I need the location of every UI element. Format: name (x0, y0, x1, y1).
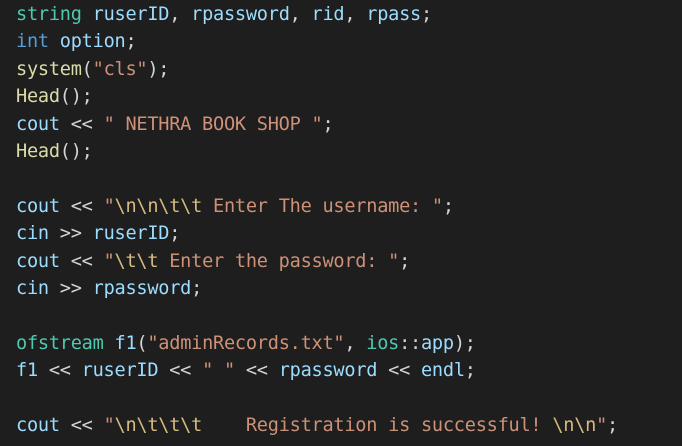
code-token-plain: ; (322, 113, 334, 135)
code-token-plain: << (59, 195, 104, 217)
code-token-plain: ; (421, 4, 432, 25)
code-token-kw: int (16, 31, 49, 53)
code-token-plain: << (234, 360, 279, 382)
code-token-plain: ; (169, 223, 181, 245)
code-line[interactable]: ofstream f1("adminRecords.txt", ios::app… (0, 330, 682, 357)
code-token-type: string (16, 4, 82, 25)
code-token-plain: << (37, 360, 82, 382)
code-line[interactable]: cin >> rpassword; (0, 275, 682, 302)
code-line[interactable] (0, 165, 682, 192)
code-line[interactable]: cin >> ruserID; (0, 220, 682, 247)
code-token-plain: , (344, 4, 367, 25)
code-line[interactable]: system("cls"); (0, 56, 682, 83)
code-token-esc: \n\n (552, 414, 597, 436)
code-token-esc: \n\t\t\t (114, 414, 203, 436)
code-token-plain: << (59, 113, 104, 135)
code-token-type: ofstream (16, 332, 104, 354)
code-line[interactable]: cout << "\n\t\t\t Registration is succes… (0, 412, 682, 439)
code-editor[interactable]: string ruserID, rpassword, rid, rpass; in… (0, 0, 682, 446)
code-token-plain: ); (147, 58, 170, 80)
code-token-fn: Head (16, 86, 60, 108)
code-token-var: f1 (114, 332, 137, 354)
code-token-str: "cls" (92, 58, 148, 80)
code-token-var: cin (16, 277, 49, 299)
code-token-plain: ; (607, 414, 618, 436)
code-token-esc: \t\t (114, 250, 159, 272)
code-token-plain: , (344, 332, 367, 354)
code-token-plain: << (377, 360, 421, 382)
code-token-fn: Head (16, 140, 60, 162)
code-line[interactable]: cout << "\t\t Enter the password: "; (0, 248, 682, 275)
code-line[interactable]: Head(); (0, 138, 682, 165)
code-line[interactable]: Head(); (0, 83, 682, 110)
code-token-plain: :: (399, 332, 421, 354)
code-token-var: cout (16, 250, 60, 272)
code-token-var: ruserID (92, 4, 170, 25)
code-token-var: rpass (366, 4, 421, 25)
code-token-type: ios (366, 332, 400, 354)
code-token-var: ruserID (92, 223, 170, 245)
code-token-str: " (103, 250, 115, 272)
code-token-plain: ( (81, 58, 93, 80)
code-token-var: rid (311, 4, 345, 25)
code-line[interactable] (0, 302, 682, 329)
code-line[interactable]: int option; (0, 28, 682, 55)
code-token-plain: ; (125, 31, 137, 53)
code-token-esc: \n\n\t\t (114, 195, 203, 217)
code-token-var: rpassword (191, 4, 290, 25)
code-token-plain: (); (59, 140, 93, 162)
code-token-plain: ); (453, 332, 476, 354)
code-token-var: cout (16, 414, 60, 436)
code-token-var: f1 (16, 360, 38, 382)
code-token-var: rpassword (92, 277, 192, 299)
code-token-var: option (59, 31, 126, 53)
code-token-plain: , (289, 4, 312, 25)
code-token-fn: system (16, 58, 82, 80)
code-token-plain: ; (464, 360, 476, 382)
code-token-str: "adminRecords.txt" (147, 332, 345, 354)
code-token-plain: ; (399, 250, 411, 272)
code-token-str: " (103, 195, 115, 217)
code-token-str: Enter The username: " (202, 195, 443, 217)
code-token-str: " " (202, 360, 235, 382)
code-token-plain: << (59, 414, 104, 436)
code-token-plain: ; (191, 277, 203, 299)
code-line[interactable]: string ruserID, rpassword, rid, rpass; (0, 1, 682, 28)
code-token-var: cout (16, 195, 60, 217)
code-token-plain: (); (59, 86, 93, 108)
code-token-var: cin (16, 223, 49, 245)
code-token-var: app (420, 332, 454, 354)
code-token-str: " NETHRA BOOK SHOP " (103, 113, 323, 135)
code-token-plain: << (158, 360, 203, 382)
code-line[interactable]: cout << " NETHRA BOOK SHOP "; (0, 111, 682, 138)
code-token-str: " (103, 414, 115, 436)
code-token-str: Registration is successful! (202, 414, 553, 436)
code-token-plain: ( (136, 332, 148, 354)
code-token-str: " (596, 414, 608, 436)
code-line[interactable]: cout << "\n\n\t\t Enter The username: "; (0, 193, 682, 220)
code-token-plain: << (59, 250, 104, 272)
code-line[interactable] (0, 384, 682, 411)
code-token-plain: , (169, 4, 192, 25)
code-token-plain: ; (442, 195, 454, 217)
code-line[interactable]: f1 << ruserID << " " << rpassword << end… (0, 357, 682, 384)
code-token-plain: >> (48, 277, 93, 299)
code-token-var: rpassword (278, 360, 378, 382)
code-token-var: ruserID (81, 360, 159, 382)
code-token-var: cout (16, 113, 60, 135)
code-token-str: Enter the password: " (158, 250, 400, 272)
code-token-var: endl (420, 360, 465, 382)
code-token-plain: >> (48, 223, 93, 245)
